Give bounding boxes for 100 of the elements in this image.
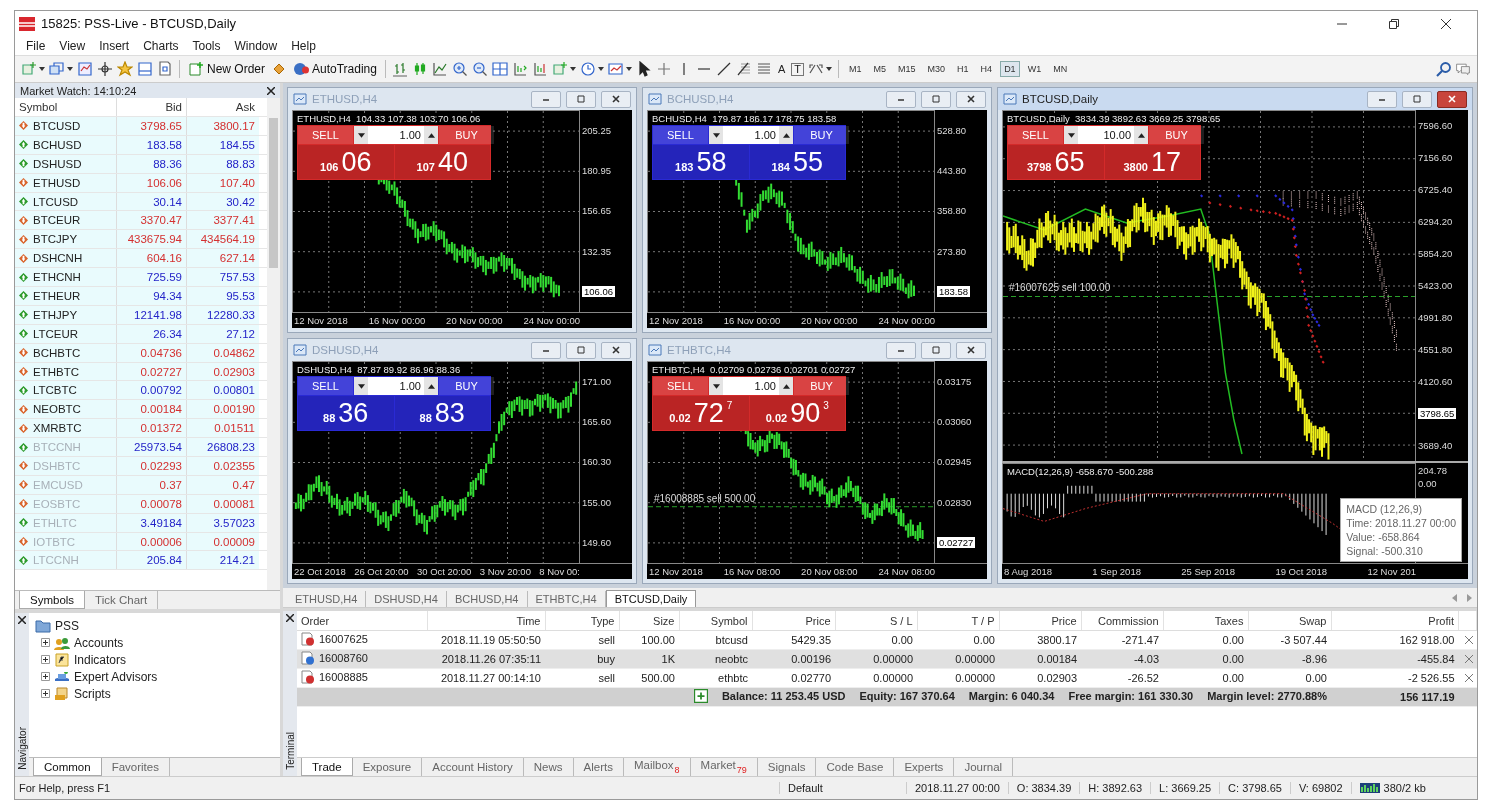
caret-icon[interactable] bbox=[597, 67, 604, 71]
increase-button[interactable] bbox=[424, 377, 438, 395]
column-header[interactable]: Taxes bbox=[1163, 611, 1248, 631]
maximize-button[interactable] bbox=[566, 90, 596, 108]
chart-tab[interactable]: DSHUSD,H4 bbox=[366, 591, 447, 607]
column-header[interactable]: Size bbox=[619, 611, 679, 631]
search-icon[interactable] bbox=[1435, 61, 1451, 77]
column-header[interactable]: Price bbox=[999, 611, 1081, 631]
decrease-button[interactable] bbox=[354, 126, 368, 144]
expand-icon[interactable] bbox=[41, 672, 50, 681]
scrollbar[interactable] bbox=[267, 98, 280, 590]
menu-item[interactable]: Tools bbox=[185, 38, 228, 53]
trend-line-icon[interactable] bbox=[715, 61, 732, 77]
close-icon[interactable] bbox=[1441, 18, 1451, 29]
minimize-button[interactable] bbox=[1367, 90, 1397, 108]
bar-chart-icon[interactable] bbox=[391, 61, 408, 77]
column-header[interactable]: Price bbox=[752, 611, 835, 631]
lot-size-field[interactable]: 10.00 bbox=[1078, 126, 1134, 144]
column-header[interactable]: Time bbox=[427, 611, 545, 631]
close-button[interactable] bbox=[601, 341, 631, 359]
increase-button[interactable] bbox=[424, 126, 438, 144]
chart-shift-icon[interactable] bbox=[531, 61, 548, 77]
menu-item[interactable]: Window bbox=[227, 38, 285, 53]
auto-trading-button[interactable]: AutoTrading bbox=[291, 61, 379, 77]
timeframe-button[interactable]: H4 bbox=[976, 61, 997, 77]
close-button[interactable] bbox=[956, 90, 986, 108]
text-tool-button[interactable]: A bbox=[775, 63, 788, 75]
timeframe-button[interactable]: M5 bbox=[869, 61, 891, 77]
clock-icon[interactable] bbox=[579, 61, 596, 77]
timeframe-button[interactable]: M15 bbox=[894, 61, 920, 77]
timeframe-button[interactable]: D1 bbox=[1000, 61, 1020, 77]
caret-icon[interactable] bbox=[67, 67, 73, 71]
new-order-button[interactable]: New Order bbox=[186, 61, 267, 77]
panel-icon[interactable] bbox=[137, 61, 153, 77]
buy-button[interactable]: BUY bbox=[1149, 126, 1204, 144]
timeframe-button[interactable]: MN bbox=[1049, 61, 1072, 77]
decrease-button[interactable] bbox=[709, 377, 723, 395]
chart-tab[interactable]: ETHBTC,H4 bbox=[527, 591, 606, 607]
decrease-button[interactable] bbox=[1064, 126, 1078, 144]
line-chart-icon[interactable] bbox=[431, 61, 448, 77]
close-button[interactable] bbox=[1437, 90, 1467, 108]
column-header[interactable]: Order bbox=[297, 611, 427, 631]
minimize-button[interactable] bbox=[531, 90, 561, 108]
menu-item[interactable]: Charts bbox=[136, 38, 186, 53]
sell-price-button[interactable]: 106 06 bbox=[298, 145, 394, 179]
caret-icon[interactable] bbox=[569, 67, 576, 71]
restore-icon[interactable] bbox=[1389, 18, 1399, 29]
diamond-icon[interactable] bbox=[271, 61, 287, 77]
minimize-button[interactable] bbox=[886, 90, 916, 108]
column-header[interactable]: T / P bbox=[917, 611, 999, 631]
table-row[interactable]: 16008885 2018.11.27 00:14:10 sell 500.00 ethbtc 0.02770 0.00000 0.00000 0.02903 -26.52 0.00 0.00 -2 526.55 bbox=[297, 668, 1477, 688]
close-icon[interactable] bbox=[18, 616, 26, 624]
template-icon[interactable] bbox=[607, 61, 624, 77]
buy-button[interactable]: BUY bbox=[794, 126, 849, 144]
sell-price-button[interactable]: 183 58 bbox=[653, 145, 749, 179]
autoscroll-icon[interactable] bbox=[511, 61, 528, 77]
tree-item[interactable]: PSS bbox=[55, 618, 79, 633]
timeframe-button[interactable]: M1 bbox=[845, 61, 866, 77]
close-button[interactable] bbox=[601, 90, 631, 108]
text-tool-button[interactable]: T bbox=[791, 62, 805, 76]
chart-tab[interactable]: BCHUSD,H4 bbox=[446, 591, 528, 607]
timeframe-button[interactable]: M30 bbox=[923, 61, 950, 77]
crosshair-icon[interactable] bbox=[97, 61, 113, 77]
maximize-button[interactable] bbox=[566, 341, 596, 359]
column-header[interactable]: Symbol bbox=[679, 611, 752, 631]
tree-item[interactable]: Indicators bbox=[74, 652, 127, 667]
expand-icon[interactable] bbox=[41, 655, 50, 664]
menu-item[interactable]: Help bbox=[284, 38, 323, 53]
menu-item[interactable]: File bbox=[19, 38, 53, 53]
sell-button[interactable]: SELL bbox=[298, 126, 353, 144]
sell-button[interactable]: SELL bbox=[653, 377, 708, 395]
buy-button[interactable]: BUY bbox=[794, 377, 849, 395]
expand-icon[interactable] bbox=[41, 638, 50, 647]
column-header[interactable]: Profit bbox=[1331, 611, 1459, 631]
sell-price-button[interactable]: 3798 65 bbox=[1008, 145, 1104, 179]
chart-tab[interactable]: BTCUSD,Daily bbox=[605, 590, 697, 607]
zoom-in-icon[interactable] bbox=[451, 61, 468, 77]
star-icon[interactable] bbox=[117, 61, 133, 77]
buy-price-button[interactable]: 0.02 90$^{3}$ bbox=[749, 396, 845, 430]
fibonacci-icon[interactable] bbox=[735, 61, 752, 77]
column-header[interactable]: Commission bbox=[1081, 611, 1163, 631]
chat-bubble-icon[interactable] bbox=[1455, 61, 1471, 77]
market-watch-icon[interactable] bbox=[77, 61, 93, 77]
expand-icon[interactable] bbox=[41, 689, 50, 698]
close-icon[interactable] bbox=[267, 86, 275, 95]
increase-button[interactable] bbox=[779, 377, 793, 395]
tab[interactable]: Common bbox=[33, 758, 102, 776]
column-header[interactable]: S / L bbox=[835, 611, 917, 631]
minimize-button[interactable] bbox=[886, 341, 916, 359]
sell-price-button[interactable]: 0.02 72$^{7}$ bbox=[653, 396, 749, 430]
lot-size-field[interactable]: 1.00 bbox=[723, 377, 779, 395]
lot-size-field[interactable]: 1.00 bbox=[723, 126, 779, 144]
tab[interactable]: Trade bbox=[301, 758, 353, 776]
table-row[interactable]: 16007625 2018.11.19 05:50:50 sell 100.00 btcusd 5429.35 0.00 0.00 3800.17 -271.47 0.00 -3 507.44 162 918.00 bbox=[297, 630, 1477, 650]
chart-tab[interactable]: ETHUSD,H4 bbox=[287, 591, 367, 607]
decrease-button[interactable] bbox=[709, 126, 723, 144]
lot-size-field[interactable]: 1.00 bbox=[368, 377, 424, 395]
timeframe-button[interactable]: W1 bbox=[1023, 61, 1046, 77]
tab[interactable]: Symbols bbox=[19, 591, 86, 609]
caret-icon[interactable] bbox=[625, 67, 632, 71]
